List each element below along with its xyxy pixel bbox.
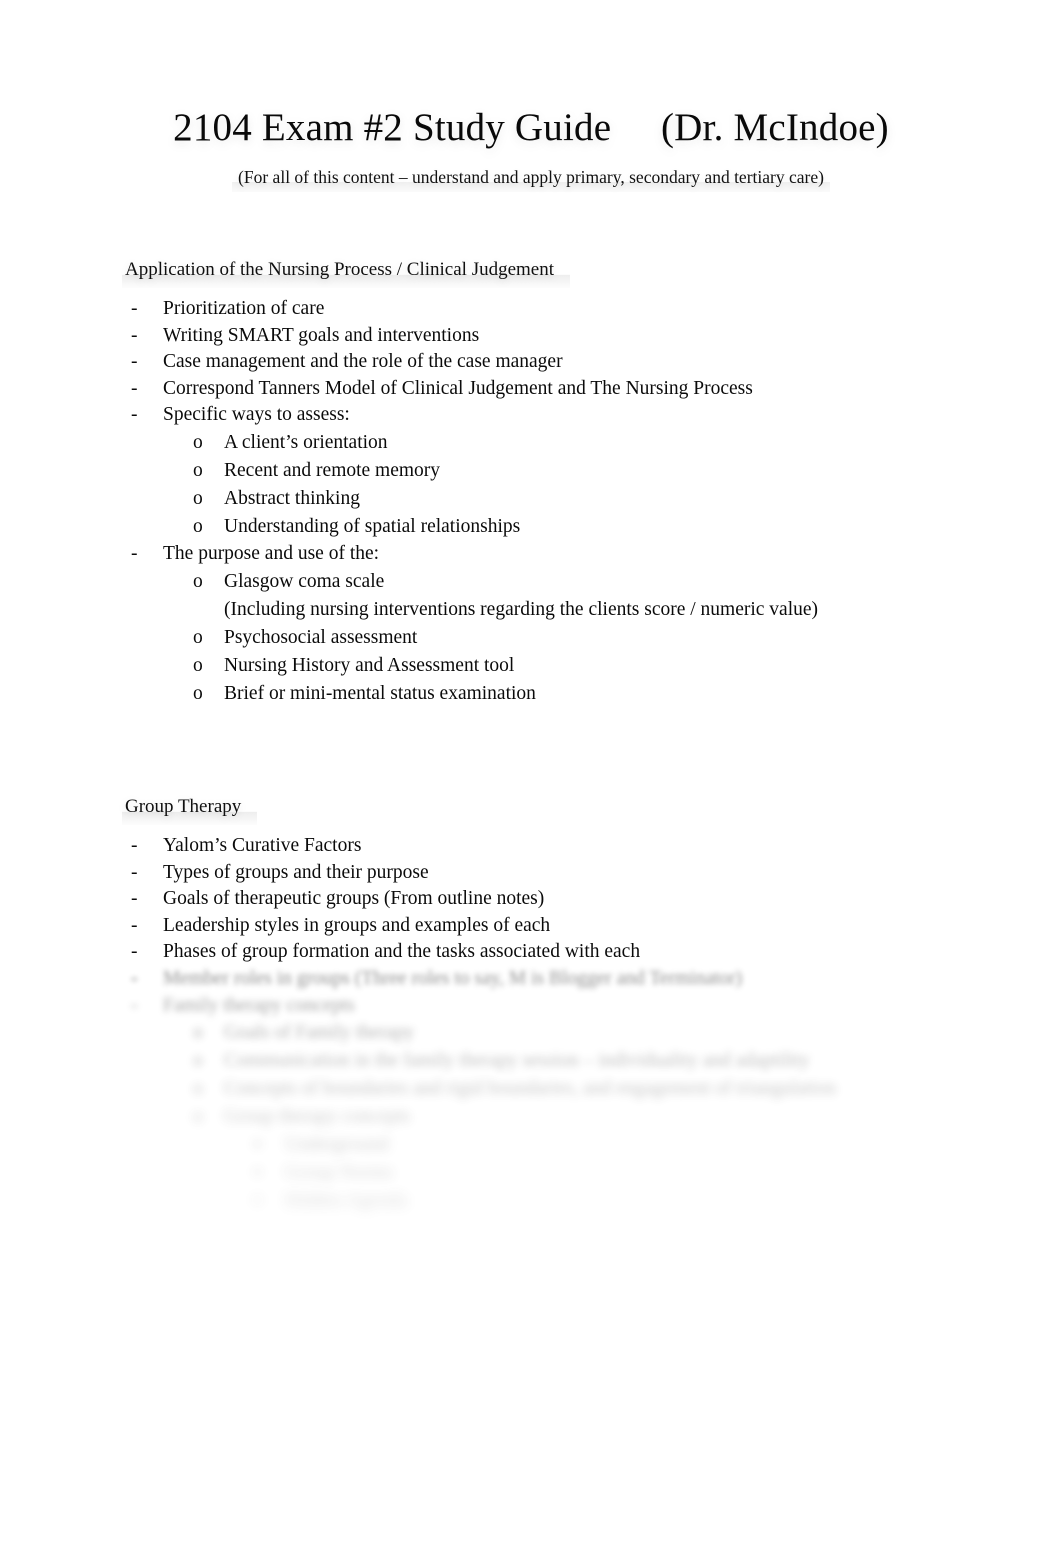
list-item-label: Abstract thinking <box>224 487 360 509</box>
list-item: o A client’s orientation <box>0 429 1062 457</box>
list-item-label: Concepts of boundaries and rigid boundar… <box>224 1078 836 1100</box>
list-item-label: Communication in the family therapy sess… <box>224 1050 810 1072</box>
section-heading-nursing-process: Application of the Nursing Process / Cli… <box>122 256 571 288</box>
list-item-label: Writing SMART goals and interventions <box>163 324 480 346</box>
title-block: 2104 Exam #2 Study Guide (Dr. McIndoe) (… <box>0 104 1062 192</box>
dash-bullet-icon: - <box>131 542 138 564</box>
circle-bullet-icon: o <box>193 570 203 592</box>
list-item: - Prioritization of care <box>0 296 1062 323</box>
list-item: o Psychosocial assessment <box>0 624 1062 652</box>
circle-bullet-icon: o <box>193 654 203 676</box>
list-item-label: Group Norms <box>285 1162 393 1184</box>
dash-bullet-icon: - <box>131 835 138 856</box>
obscured-content-region: - Member roles in groups (Three roles to … <box>0 966 1062 1215</box>
list-item-label: Specific ways to assess: <box>163 404 350 426</box>
dash-bullet-icon: - <box>131 914 138 936</box>
list-item-label: Nursing History and Assessment tool <box>224 654 515 676</box>
list-item-label: Leadership styles in groups and examples… <box>163 914 551 936</box>
list-item: ▪ Underground <box>0 1131 1062 1159</box>
document-page: 2104 Exam #2 Study Guide (Dr. McIndoe) (… <box>0 0 1062 1561</box>
list-item: - Goals of therapeutic groups (From outli… <box>0 886 1062 913</box>
list-item: o Goals of Family therapy <box>0 1019 1062 1047</box>
dash-bullet-icon: - <box>131 404 138 426</box>
list-item: o Brief or mini-mental status examination <box>0 680 1062 708</box>
list-item: - Yalom’s Curative Factors <box>0 833 1062 860</box>
circle-bullet-icon: o <box>193 459 203 481</box>
list-item: (Including nursing interventions regardi… <box>0 596 1062 624</box>
list-item-label: Hidden Agenda <box>285 1190 407 1212</box>
list-item: - Writing SMART goals and interventions <box>0 323 1062 350</box>
list-item: - Leadership styles in groups and example… <box>0 913 1062 940</box>
list-item: ▪ Group Norms <box>0 1159 1062 1187</box>
list-item: - Member roles in groups (Three roles to … <box>0 966 1062 993</box>
list-item-label: Case management and the role of the case… <box>163 351 563 373</box>
list-item: - Case management and the role of the cas… <box>0 349 1062 376</box>
dash-bullet-icon: - <box>131 861 138 883</box>
list-item-label: Correspond Tanners Model of Clinical Jud… <box>163 377 753 399</box>
list-item-label: Brief or mini-mental status examination <box>224 682 536 704</box>
circle-bullet-icon: o <box>193 431 203 453</box>
list-nursing-process: - Prioritization of care - Writing SMART go… <box>0 296 1062 708</box>
list-item: - Types of groups and their purpose <box>0 860 1062 887</box>
list-item-label: Group therapy concepts <box>224 1106 411 1128</box>
circle-bullet-icon: ▪ <box>254 1134 261 1156</box>
dash-bullet-icon: - <box>131 941 138 963</box>
list-item-label: A client’s orientation <box>224 431 388 453</box>
list-item-label: Recent and remote memory <box>224 459 441 481</box>
list-item-label: Glasgow coma scale <box>224 570 385 592</box>
section-heading-group-therapy: Group Therapy <box>122 793 258 825</box>
list-item: ▪ Hidden Agenda <box>0 1187 1062 1215</box>
dash-bullet-icon: - <box>131 967 138 989</box>
list-item: o Glasgow coma scale <box>0 568 1062 596</box>
circle-bullet-icon: o <box>193 515 203 537</box>
list-item: o Recent and remote memory <box>0 457 1062 485</box>
circle-bullet-icon: o <box>193 487 203 509</box>
list-item: o Communication in the family therapy ses… <box>0 1047 1062 1075</box>
list-item: - Specific ways to assess: <box>0 402 1062 429</box>
list-item-label: Types of groups and their purpose <box>163 861 429 883</box>
list-item-label: Goals of therapeutic groups (From outlin… <box>163 888 545 910</box>
circle-bullet-icon: ▪ <box>254 1162 261 1184</box>
dash-bullet-icon: - <box>131 324 138 346</box>
list-item: - Phases of group formation and the tasks… <box>0 939 1062 966</box>
circle-bullet-icon: o <box>193 682 203 704</box>
list-item: o Understanding of spatial relationships <box>0 513 1062 541</box>
dash-bullet-icon: - <box>131 888 138 910</box>
dash-bullet-icon: - <box>131 351 138 373</box>
list-item-label: The purpose and use of the: <box>163 542 380 564</box>
list-item-label: Goals of Family therapy <box>224 1022 415 1044</box>
circle-bullet-icon: ▪ <box>254 1190 261 1212</box>
list-item-label: Psychosocial assessment <box>224 626 418 648</box>
circle-bullet-icon: o <box>193 1106 203 1128</box>
list-item: o Concepts of boundaries and rigid bounda… <box>0 1075 1062 1103</box>
list-item: o Nursing History and Assessment tool <box>0 652 1062 680</box>
dash-bullet-icon: - <box>131 298 138 319</box>
list-item-label: Family therapy concepts <box>163 994 355 1016</box>
page-subtitle: (For all of this content – understand an… <box>232 165 830 192</box>
list-item-label: Member roles in groups (Three roles to s… <box>163 967 743 989</box>
circle-bullet-icon: o <box>193 1022 203 1044</box>
list-item: o Abstract thinking <box>0 485 1062 513</box>
dash-bullet-icon: - <box>131 377 138 399</box>
dash-bullet-icon: - <box>131 994 138 1016</box>
list-item-label: (Including nursing interventions regardi… <box>224 598 819 620</box>
list-group-therapy: - Yalom’s Curative Factors - Types of group… <box>0 833 1062 1215</box>
circle-bullet-icon: o <box>193 1050 203 1072</box>
list-item: - The purpose and use of the: <box>0 541 1062 568</box>
circle-bullet-icon: o <box>193 626 203 648</box>
list-item: - Family therapy concepts <box>0 993 1062 1020</box>
circle-bullet-icon: o <box>193 1078 203 1100</box>
list-item-label: Yalom’s Curative Factors <box>163 835 362 856</box>
list-item-label: Understanding of spatial relationships <box>224 515 521 537</box>
list-item: - Correspond Tanners Model of Clinical Ju… <box>0 376 1062 403</box>
list-item-label: Phases of group formation and the tasks … <box>163 941 641 963</box>
list-item: o Group therapy concepts <box>0 1103 1062 1131</box>
list-item-label: Prioritization of care <box>163 298 325 319</box>
list-item-label: Underground <box>285 1134 389 1156</box>
page-title: 2104 Exam #2 Study Guide (Dr. McIndoe) <box>173 106 889 149</box>
